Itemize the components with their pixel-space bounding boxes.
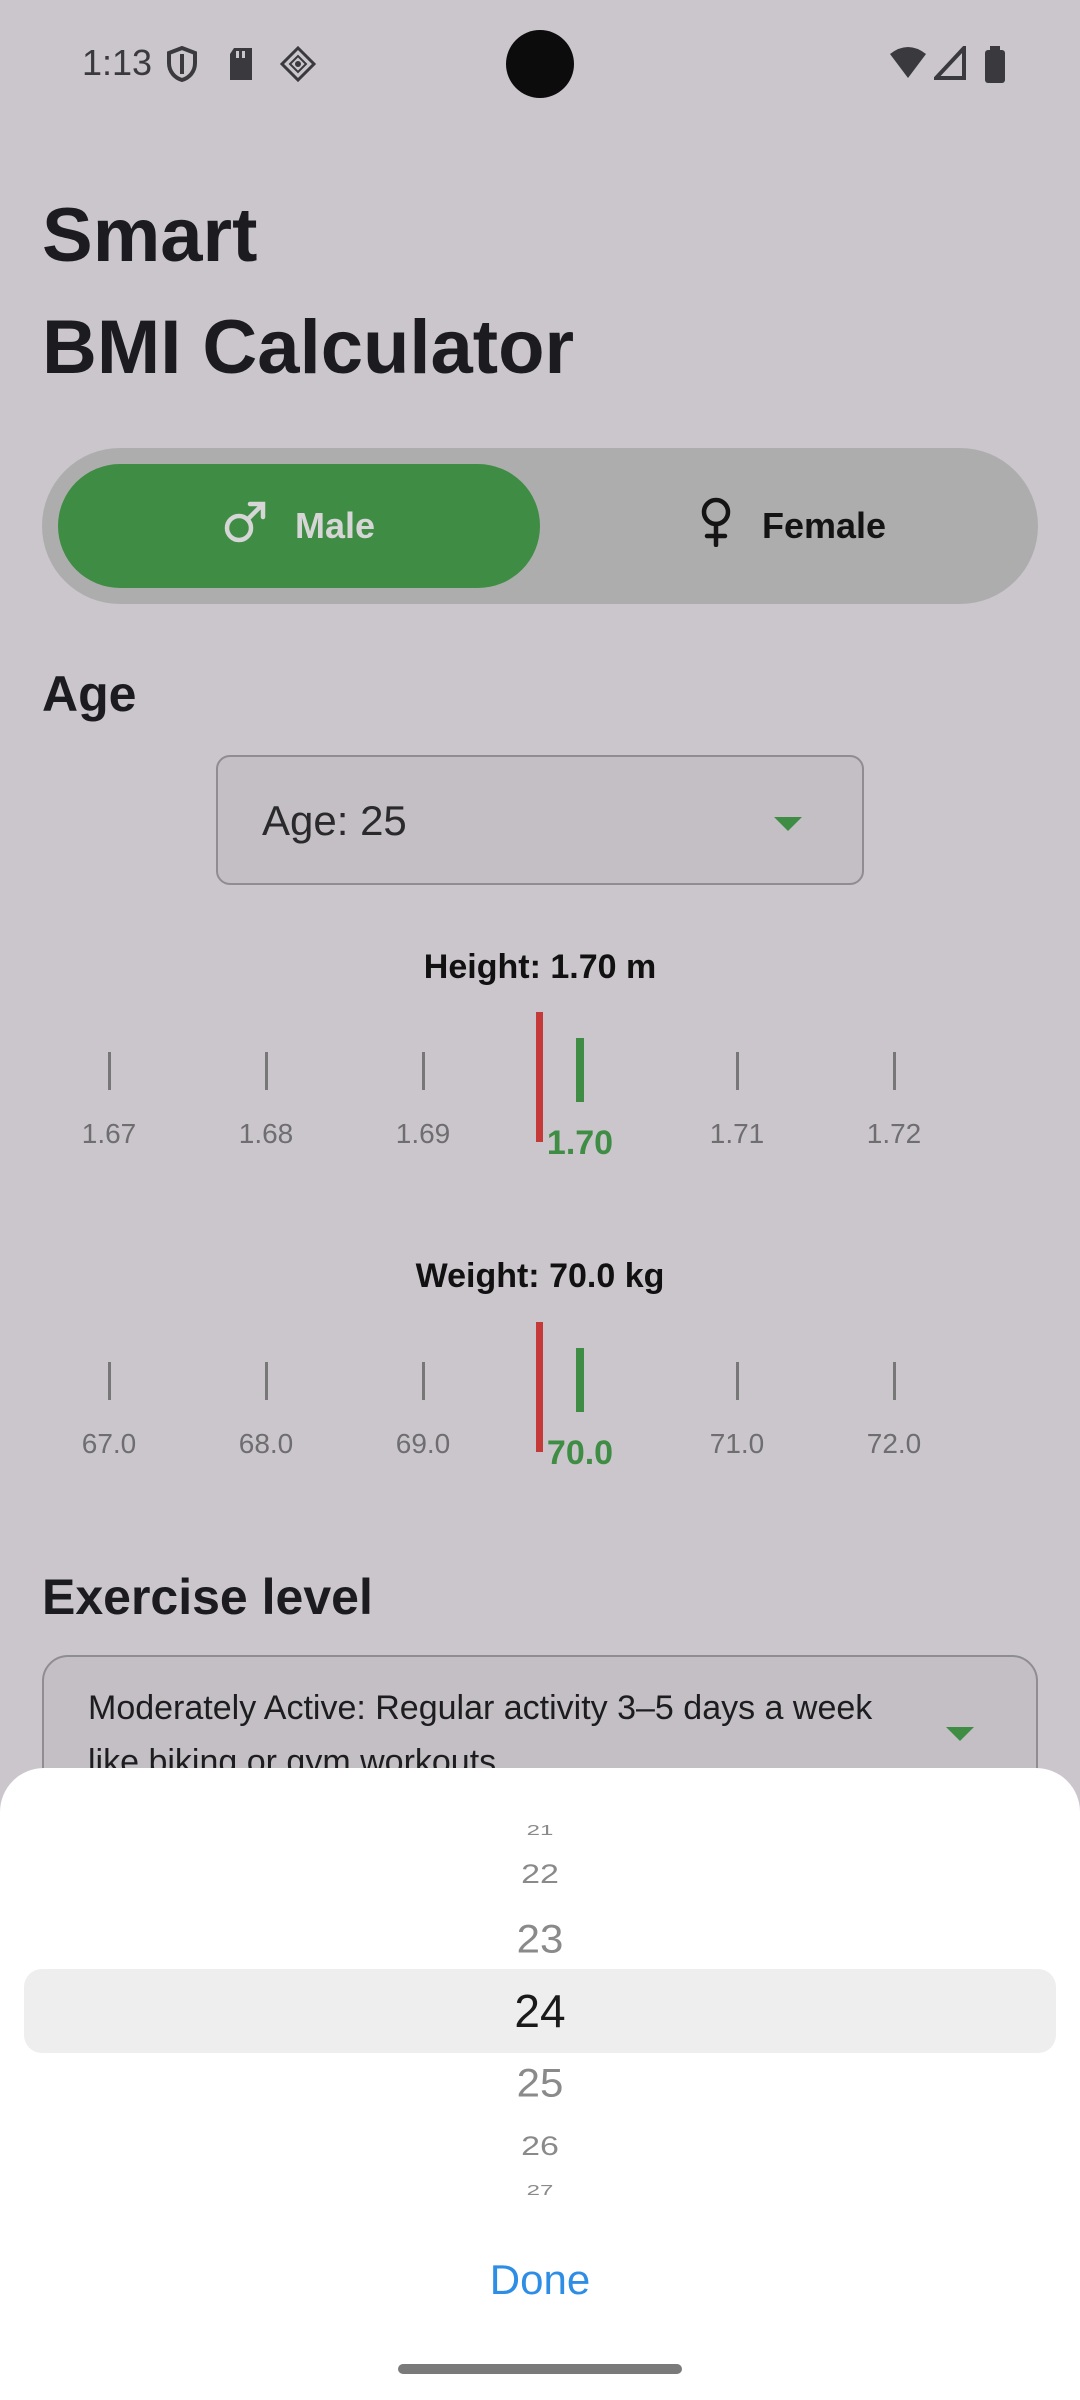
male-button[interactable]: Male (58, 464, 540, 588)
height-tick-label: 1.70 (546, 1124, 614, 1162)
height-tick-label: 1.67 (81, 1118, 137, 1149)
weight-tick (893, 1362, 896, 1400)
age-dropdown[interactable]: Age: 25 (216, 755, 864, 885)
height-indicator (536, 1012, 543, 1142)
picker-item[interactable]: 23 (0, 1916, 1080, 1962)
weight-indicator (536, 1322, 543, 1452)
male-label: Male (294, 505, 376, 546)
height-tick-label: 1.68 (238, 1118, 294, 1149)
weight-tick (265, 1362, 268, 1400)
exercise-section-label: Exercise level (42, 1569, 373, 1625)
cellular-signal-icon (931, 42, 966, 82)
weight-tick-label: 7 (991, 1428, 1038, 1460)
height-ruler[interactable]: 1.67 1.68 1.69 1.70 1.71 1.72 1 (42, 1012, 1038, 1162)
male-icon (223, 500, 267, 553)
height-tick (265, 1052, 268, 1090)
picker-item[interactable]: 25 (0, 2060, 1080, 2106)
female-button[interactable]: Female (562, 464, 1022, 588)
gender-toggle: Male Female (42, 448, 1038, 604)
weight-tick (108, 1362, 111, 1400)
weight-tick-label: 69.0 (395, 1428, 451, 1459)
picker-item[interactable]: 27 (0, 2183, 1080, 2200)
weight-label: Weight: 70.0 kg (415, 1257, 665, 1295)
title-line-2: BMI Calculator (42, 305, 575, 390)
female-icon (698, 497, 734, 556)
done-button[interactable]: Done (0, 2256, 1080, 2304)
height-tick (576, 1038, 584, 1102)
height-tick (736, 1052, 739, 1090)
wifi-icon (888, 46, 928, 82)
age-section-label: Age (42, 666, 137, 722)
front-camera (506, 30, 574, 98)
weight-tick (576, 1348, 584, 1412)
picker-item[interactable]: 26 (0, 2131, 1080, 2162)
height-tick (893, 1052, 896, 1090)
height-label: Height: 1.70 m (423, 948, 657, 986)
caret-down-icon (946, 1727, 974, 1741)
height-tick (422, 1052, 425, 1090)
shield-icon (166, 45, 198, 83)
picker-item[interactable]: 22 (0, 1859, 1080, 1890)
picker-item[interactable]: 24 (0, 1984, 1080, 2038)
weight-tick-label: 68.0 (238, 1428, 294, 1459)
home-indicator (398, 2364, 682, 2374)
female-label: Female (761, 505, 887, 546)
height-tick-label: 1.72 (866, 1118, 922, 1149)
picker-item[interactable]: 21 (0, 1823, 1080, 1840)
diamond-pattern-icon (279, 45, 317, 83)
weight-tick-label: 70.0 (546, 1434, 614, 1472)
sd-card-icon (226, 46, 258, 82)
weight-tick-label: 72.0 (866, 1428, 922, 1459)
weight-tick-label: 71.0 (709, 1428, 765, 1459)
title-line-1: Smart (42, 193, 258, 278)
weight-tick (736, 1362, 739, 1400)
age-dropdown-value: Age: 25 (262, 797, 407, 844)
height-tick-label: 1 (991, 1118, 1038, 1150)
status-time: 1:13 (82, 42, 153, 83)
status-bar: 1:13 (0, 0, 1080, 130)
height-tick (108, 1052, 111, 1090)
page-title: Smart BMI Calculator (42, 180, 574, 404)
weight-tick-label: 67.0 (81, 1428, 137, 1459)
battery-icon (984, 46, 1006, 83)
weight-tick (422, 1362, 425, 1400)
age-picker-sheet: 21 22 23 24 25 26 27 Done (0, 1768, 1080, 2400)
height-tick-label: 1.69 (395, 1118, 451, 1149)
weight-ruler[interactable]: 67.0 68.0 69.0 70.0 71.0 72.0 7 (42, 1322, 1038, 1472)
height-tick-label: 1.71 (709, 1118, 765, 1149)
caret-down-icon (774, 817, 802, 831)
